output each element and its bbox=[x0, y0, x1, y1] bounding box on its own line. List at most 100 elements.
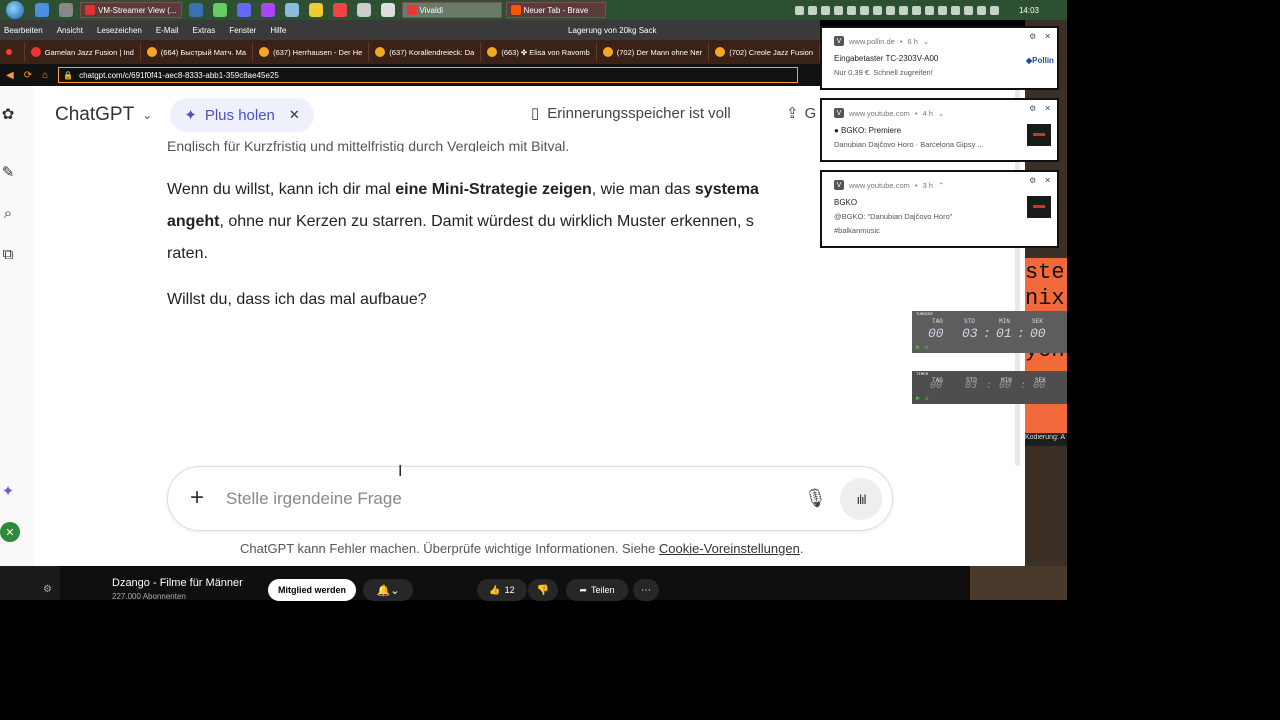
tab-item[interactable]: (637) Korallendreieck: Da bbox=[369, 42, 482, 62]
tray-icon[interactable] bbox=[950, 5, 960, 15]
share-button[interactable]: ➦ Teilen bbox=[566, 579, 628, 601]
menu-ansicht[interactable]: Ansicht bbox=[57, 26, 83, 35]
tab-item[interactable]: (637) Herrhausen - Der He bbox=[253, 42, 370, 62]
sidebar-rail: ✿ ✎ ⌕ ⧉ ✦ ✕ bbox=[0, 86, 34, 566]
play-icon[interactable]: ▶ ↺ bbox=[916, 343, 929, 352]
tray-icon[interactable] bbox=[911, 5, 921, 15]
app-icon[interactable] bbox=[284, 3, 299, 17]
timer-value-min: 00 bbox=[999, 381, 1012, 392]
avatar[interactable]: ✕ bbox=[0, 522, 20, 542]
share-button[interactable]: ⇪ G bbox=[786, 104, 816, 123]
tab-item[interactable]: (702) Creole Jazz Fusion bbox=[709, 42, 820, 62]
dislike-button[interactable]: 👎 bbox=[528, 579, 558, 601]
tray-icon[interactable] bbox=[846, 5, 856, 15]
tray-icon[interactable] bbox=[807, 5, 817, 15]
gear-icon[interactable]: ⚙ bbox=[1029, 104, 1036, 113]
menu-hilfe[interactable]: Hilfe bbox=[270, 26, 286, 35]
tray-icon[interactable] bbox=[794, 5, 804, 15]
menu-lesezeichen[interactable]: Lesezeichen bbox=[97, 26, 142, 35]
new-chat-icon[interactable]: ✎ bbox=[0, 164, 16, 181]
close-icon[interactable]: ✕ bbox=[289, 107, 300, 123]
microphone-icon[interactable]: 🎙 bbox=[804, 488, 827, 509]
notification-card[interactable]: Vwww.youtube.com • 3 h ⌃ ⚙ ✕ BGKO @BGKO: "Da… bbox=[820, 170, 1059, 248]
tray-icon[interactable] bbox=[885, 5, 895, 15]
tab-item[interactable]: Gamelan Jazz Fusion | Ind bbox=[25, 42, 141, 62]
cookie-settings-link[interactable]: Cookie-Voreinstellungen bbox=[659, 541, 800, 556]
model-selector[interactable]: ChatGPT ⌄ bbox=[55, 104, 152, 126]
chevron-up-icon: ⌃ bbox=[937, 180, 945, 190]
notification-card[interactable]: Vwww.pollin.de • 6 h ⌄ ⚙ ✕ Eingabetaster TC-… bbox=[820, 26, 1059, 90]
tray-icon[interactable] bbox=[976, 5, 986, 15]
close-icon[interactable]: ✕ bbox=[1044, 32, 1051, 41]
app-icon[interactable] bbox=[308, 3, 323, 17]
youtube-action-bar: ⚙ Dzango - Filme für Männer 227.000 Abon… bbox=[0, 566, 970, 601]
vivaldi-icon: V bbox=[834, 36, 844, 46]
message-paragraph: Wenn du willst, kann ich dir mal eine Mi… bbox=[167, 181, 759, 262]
tab-item[interactable]: (702) Der Mann ohne Ner bbox=[597, 42, 710, 62]
more-options-button[interactable]: ⋯ bbox=[633, 579, 659, 601]
notification-card[interactable]: Vwww.youtube.com • 4 h ⌄ ⚙ ✕ ● BGKO: Premier… bbox=[820, 98, 1059, 162]
tray-icon[interactable] bbox=[859, 5, 869, 15]
notification-bell-button[interactable]: 🔔 ⌄ bbox=[363, 579, 413, 601]
upgrade-plus-button[interactable]: ✦ Plus holen ✕ bbox=[170, 98, 314, 132]
channel-name[interactable]: Dzango - Filme für Männer bbox=[112, 577, 243, 589]
close-icon[interactable]: ✕ bbox=[1044, 176, 1051, 185]
tab-pinned[interactable] bbox=[0, 42, 25, 62]
app-icon[interactable] bbox=[332, 3, 347, 17]
tray-icon[interactable] bbox=[924, 5, 934, 15]
taskbar-task-vivaldi[interactable]: Vivaldi bbox=[401, 2, 502, 18]
taskbar-task-vm[interactable]: VM-Streamer View (... bbox=[80, 2, 182, 18]
tray-icon[interactable] bbox=[963, 5, 973, 15]
menu-extras[interactable]: Extras bbox=[193, 26, 216, 35]
join-button[interactable]: Mitglied werden bbox=[268, 579, 357, 601]
prompt-input[interactable] bbox=[226, 487, 786, 511]
tray-icon[interactable] bbox=[833, 5, 843, 15]
encoding-label: Kodierung: A bbox=[1025, 434, 1067, 446]
taskbar-task-brave[interactable]: Neuer Tab - Brave bbox=[505, 2, 606, 18]
library-icon[interactable]: ⧉ bbox=[0, 246, 16, 263]
app-icon[interactable] bbox=[356, 3, 371, 17]
like-button[interactable]: 👍 12 bbox=[477, 579, 527, 601]
play-icon[interactable]: ▶ ↺ bbox=[916, 394, 929, 403]
menu-email[interactable]: E-Mail bbox=[156, 26, 179, 35]
menu-bearbeiten[interactable]: Bearbeiten bbox=[4, 26, 43, 35]
tray-icon[interactable] bbox=[898, 5, 908, 15]
vivaldi-icon bbox=[406, 5, 417, 15]
tab-item[interactable]: (664) Быстрый Матч. Ма bbox=[141, 42, 254, 62]
close-icon[interactable]: ✕ bbox=[1044, 104, 1051, 113]
favicon-icon bbox=[715, 47, 726, 57]
app-icon[interactable] bbox=[59, 3, 73, 17]
windows-taskbar: VM-Streamer View (... Vivaldi Neuer Tab … bbox=[0, 0, 1067, 20]
app-icon[interactable] bbox=[236, 3, 251, 17]
tray-icon[interactable] bbox=[820, 5, 830, 15]
back-icon[interactable]: ◀ bbox=[6, 70, 14, 81]
app-icon[interactable] bbox=[380, 3, 395, 17]
windows-icon[interactable] bbox=[188, 3, 203, 17]
sparkle-icon[interactable]: ✦ bbox=[0, 483, 16, 500]
add-attachment-icon[interactable]: + bbox=[190, 486, 204, 510]
notification-body: @BGKO: "Danubian Dajčovo Horo" bbox=[834, 212, 953, 221]
tab-item[interactable]: (663) ✤ Elisa von Ravomb bbox=[481, 42, 597, 62]
memory-full-indicator[interactable]: ▯ Erinnerungsspeicher ist voll bbox=[531, 104, 731, 123]
url-field[interactable]: 🔒 chatgpt.com/c/691f0f41-aec8-8333-abb1-3… bbox=[58, 67, 799, 83]
reload-icon[interactable]: ⟳ bbox=[24, 70, 32, 81]
tray-icon[interactable] bbox=[872, 5, 882, 15]
openai-logo-icon[interactable]: ✿ bbox=[0, 106, 16, 123]
tray-icon[interactable] bbox=[989, 5, 999, 15]
gear-icon[interactable]: ⚙ bbox=[1029, 176, 1036, 185]
app-icon[interactable] bbox=[212, 3, 227, 17]
start-button[interactable] bbox=[0, 0, 30, 20]
thumbs-down-icon: 👎 bbox=[536, 584, 550, 596]
clock[interactable]: 14:03 bbox=[1019, 6, 1039, 15]
gear-icon[interactable]: ⚙ bbox=[1029, 32, 1036, 41]
timer-value-min: 01 bbox=[996, 326, 1012, 341]
app-icon[interactable] bbox=[260, 3, 275, 17]
menu-fenster[interactable]: Fenster bbox=[229, 26, 256, 35]
home-icon[interactable]: ⌂ bbox=[42, 70, 48, 81]
browser-icon[interactable] bbox=[35, 3, 49, 17]
gear-icon[interactable]: ⚙ bbox=[43, 584, 52, 595]
notification-title: Eingabetaster TC-2303V-A00 bbox=[834, 54, 939, 63]
tray-icon[interactable] bbox=[937, 5, 947, 15]
search-icon[interactable]: ⌕ bbox=[0, 205, 16, 222]
voice-mode-button[interactable]: ılıl bbox=[840, 478, 882, 520]
